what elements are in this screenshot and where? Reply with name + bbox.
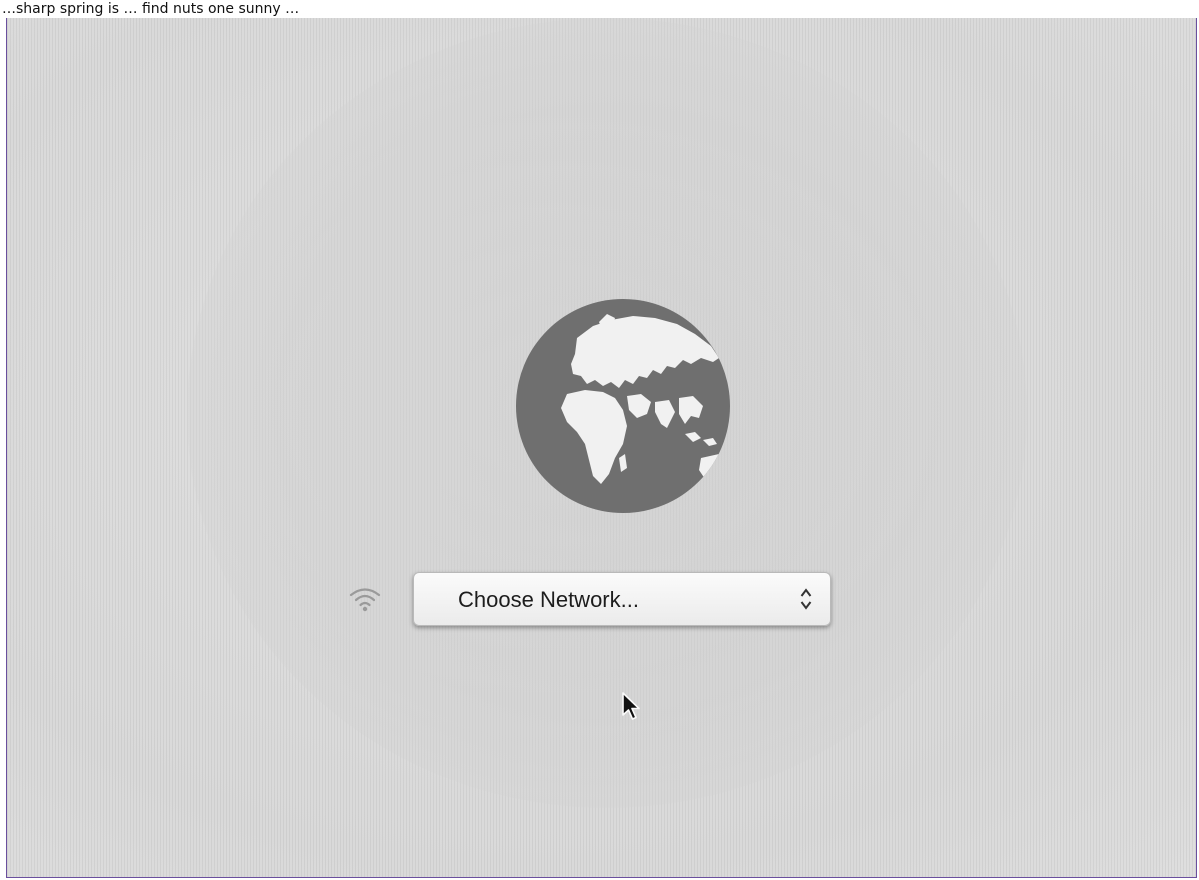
network-setup-screen: Choose Network... [6, 18, 1197, 878]
caption-text: …sharp spring is … find nuts one sunny … [2, 1, 300, 17]
caption-bar: …sharp spring is … find nuts one sunny … [0, 0, 1199, 18]
globe-icon [516, 299, 730, 513]
up-down-chevrons-icon [800, 588, 812, 610]
wifi-icon [349, 588, 381, 612]
network-select[interactable]: Choose Network... [413, 572, 831, 626]
mouse-pointer-icon [622, 692, 640, 720]
network-select-label: Choose Network... [458, 587, 639, 612]
